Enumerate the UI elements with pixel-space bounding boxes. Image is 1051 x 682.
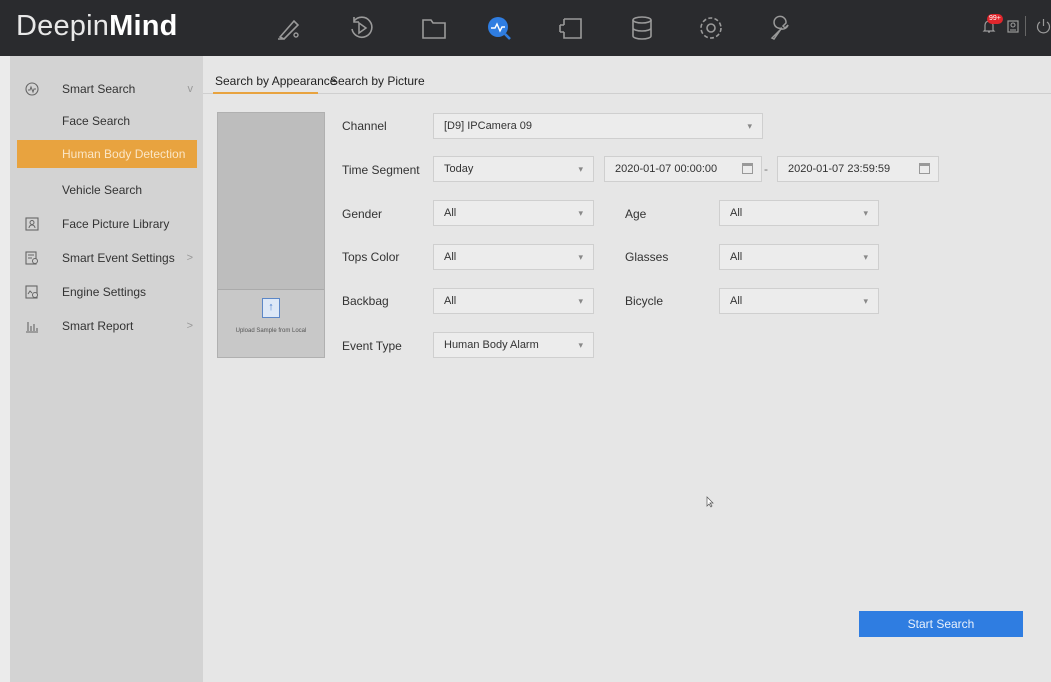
- glasses-select[interactable]: All ▾: [719, 244, 879, 270]
- sidebar-item-label: Smart Report: [62, 319, 134, 333]
- sidebar-item-smart-report[interactable]: Smart Report >: [10, 312, 197, 340]
- channel-select[interactable]: [D9] IPCamera 09 ▾: [433, 113, 763, 139]
- smart-search-icon: [24, 81, 40, 97]
- chevron-right-icon: >: [186, 320, 193, 332]
- playback-icon[interactable]: [346, 13, 376, 43]
- sidebar-item-label: Face Picture Library: [62, 217, 170, 231]
- dropdown-arrow-icon: ▾: [747, 121, 752, 131]
- age-label: Age: [625, 207, 647, 221]
- bicycle-value: All: [730, 295, 743, 307]
- backbag-select[interactable]: All ▾: [433, 288, 594, 314]
- start-time-value: 2020-01-07 00:00:00: [615, 163, 718, 175]
- event-type-label: Event Type: [342, 339, 402, 353]
- dropdown-arrow-icon: ▾: [578, 208, 583, 218]
- file-management-icon[interactable]: [419, 13, 449, 43]
- start-time-input[interactable]: 2020-01-07 00:00:00: [604, 156, 762, 182]
- camera-icon[interactable]: [556, 13, 586, 43]
- sidebar-item-smart-event-settings[interactable]: Smart Event Settings >: [10, 244, 197, 272]
- event-type-value: Human Body Alarm: [444, 339, 539, 351]
- calendar-icon[interactable]: [742, 163, 753, 174]
- chevron-down-icon: v: [187, 83, 194, 95]
- sidebar-item-label: Smart Event Settings: [62, 251, 175, 265]
- storage-icon[interactable]: [627, 13, 657, 43]
- glasses-label: Glasses: [625, 250, 669, 264]
- active-tab-indicator: [213, 92, 318, 94]
- upload-sample-button[interactable]: ↑ Upload Sample from Local: [218, 289, 324, 357]
- dropdown-arrow-icon: ▾: [578, 164, 583, 174]
- live-view-icon[interactable]: [274, 13, 304, 43]
- report-icon: [24, 318, 40, 334]
- sidebar-item-label: Smart Search: [62, 82, 136, 96]
- sample-image-area[interactable]: ↑ Upload Sample from Local: [217, 112, 325, 358]
- tab-search-by-appearance[interactable]: Search by Appearance: [215, 74, 336, 88]
- user-lock-icon[interactable]: [1006, 18, 1020, 37]
- face-library-icon: [24, 216, 40, 232]
- sidebar-item-label: Engine Settings: [62, 285, 147, 299]
- tab-bar: Search by Appearance Search by Picture: [203, 56, 1051, 94]
- bicycle-select[interactable]: All ▾: [719, 288, 879, 314]
- smart-analysis-icon[interactable]: [484, 13, 514, 43]
- sidebar-item-smart-search[interactable]: Smart Search v: [10, 75, 197, 103]
- end-time-input[interactable]: 2020-01-07 23:59:59: [777, 156, 939, 182]
- age-value: All: [730, 207, 743, 219]
- tab-search-by-picture[interactable]: Search by Picture: [330, 74, 425, 88]
- sidebar-item-label: Vehicle Search: [62, 183, 143, 197]
- backbag-value: All: [444, 295, 457, 307]
- end-time-value: 2020-01-07 23:59:59: [788, 163, 891, 175]
- sidebar-item-face-picture-library[interactable]: Face Picture Library: [10, 210, 197, 238]
- time-segment-value: Today: [444, 163, 474, 175]
- dropdown-arrow-icon: ▾: [578, 296, 583, 306]
- time-segment-select[interactable]: Today ▾: [433, 156, 594, 182]
- gender-label: Gender: [342, 207, 383, 221]
- engine-settings-icon: [24, 284, 40, 300]
- tops-color-label: Tops Color: [342, 250, 400, 264]
- dropdown-arrow-icon: ▾: [578, 340, 583, 350]
- mouse-cursor-icon: [706, 496, 714, 508]
- sidebar: Smart Search v Face Search Human Body De…: [0, 56, 203, 682]
- gender-select[interactable]: All ▾: [433, 200, 594, 226]
- date-range-separator: -: [764, 162, 768, 176]
- chevron-right-icon: >: [186, 252, 193, 264]
- sidebar-item-human-body-detection[interactable]: Human Body Detection: [17, 140, 197, 168]
- event-type-select[interactable]: Human Body Alarm ▾: [433, 332, 594, 358]
- sidebar-item-label: Face Search: [62, 114, 131, 128]
- divider: [1025, 16, 1026, 36]
- tops-color-value: All: [444, 251, 457, 263]
- dropdown-arrow-icon: ▾: [863, 296, 868, 306]
- alarm-badge: 99+: [987, 14, 1003, 24]
- sidebar-item-vehicle-search[interactable]: Vehicle Search: [10, 176, 197, 204]
- upload-icon: ↑: [262, 298, 280, 318]
- top-bar: DeepinMind 99+: [0, 0, 1051, 56]
- gender-value: All: [444, 207, 457, 219]
- channel-label: Channel: [342, 119, 387, 133]
- power-icon[interactable]: [1036, 18, 1051, 37]
- sidebar-item-engine-settings[interactable]: Engine Settings: [10, 278, 197, 306]
- upload-label: Upload Sample from Local: [235, 328, 307, 334]
- bicycle-label: Bicycle: [625, 294, 664, 308]
- dropdown-arrow-icon: ▾: [863, 252, 868, 262]
- event-settings-icon: [24, 250, 40, 266]
- tops-color-select[interactable]: All ▾: [433, 244, 594, 270]
- main-content: Search by Appearance Search by Picture ↑…: [203, 56, 1051, 682]
- backbag-label: Backbag: [342, 294, 389, 308]
- dropdown-arrow-icon: ▾: [863, 208, 868, 218]
- age-select[interactable]: All ▾: [719, 200, 879, 226]
- sidebar-item-face-search[interactable]: Face Search: [10, 107, 197, 135]
- brand-logo: DeepinMind: [16, 10, 178, 42]
- sidebar-item-label: Human Body Detection: [62, 147, 186, 161]
- start-search-button[interactable]: Start Search: [859, 611, 1023, 637]
- maintenance-icon[interactable]: [766, 13, 796, 43]
- channel-value: [D9] IPCamera 09: [444, 120, 533, 132]
- glasses-value: All: [730, 251, 743, 263]
- calendar-icon[interactable]: [919, 163, 930, 174]
- dropdown-arrow-icon: ▾: [578, 252, 583, 262]
- system-config-icon[interactable]: [696, 13, 726, 43]
- time-segment-label: Time Segment: [342, 163, 420, 177]
